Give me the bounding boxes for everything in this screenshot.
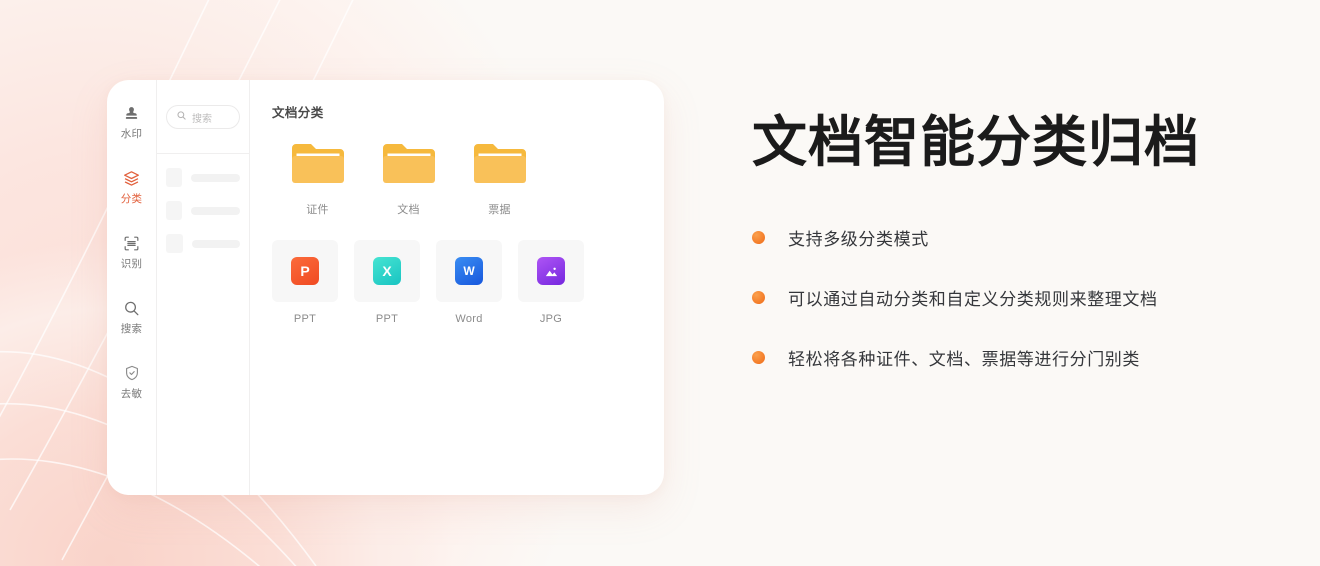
sidebar-item-label: 去敏 xyxy=(120,388,143,400)
list-item[interactable] xyxy=(166,234,240,253)
file-item-excel[interactable]: X PPT xyxy=(354,240,420,325)
feature-bullet: 可以通过自动分类和自定义分类规则来整理文档 xyxy=(752,283,1272,313)
sidebar-item-classify[interactable]: 分类 xyxy=(107,168,157,209)
folder-label: 文档 xyxy=(397,204,420,216)
page-title: 文档分类 xyxy=(272,106,324,120)
sidebar-item-recognize[interactable]: 识别 xyxy=(107,233,157,274)
file-grid: P PPT X PPT W Word JPG xyxy=(272,240,644,325)
folder-label: 票据 xyxy=(488,204,511,216)
feature-bullet-text: 轻松将各种证件、文档、票据等进行分门别类 xyxy=(788,350,1140,370)
sidebar-item-desensitize[interactable]: 去敏 xyxy=(107,363,157,404)
shield-check-icon xyxy=(123,363,141,383)
list-item-thumbnail xyxy=(166,201,183,220)
file-item-word[interactable]: W Word xyxy=(436,240,502,325)
promo-title: 文档智能分类归档 xyxy=(752,110,1201,174)
file-tile xyxy=(518,240,584,302)
search-placeholder-text: 搜索 xyxy=(192,113,212,125)
file-label: PPT xyxy=(375,313,399,325)
folder-icon xyxy=(290,144,346,191)
search-icon xyxy=(176,108,187,126)
feature-bullet-text: 支持多级分类模式 xyxy=(788,230,929,250)
word-icon: W xyxy=(455,257,483,285)
list-item-placeholder-bar xyxy=(192,239,240,248)
powerpoint-icon: P xyxy=(291,257,319,285)
document-list-panel: 搜索 xyxy=(157,80,250,495)
app-window-card: 水印 分类 识别 搜索 去敏 搜索 文档分类 证件 文档 票据 P PPT X … xyxy=(107,80,664,495)
image-icon xyxy=(537,257,565,285)
sidebar-item-label: 分类 xyxy=(120,193,143,205)
folder-item-certificates[interactable]: 证件 xyxy=(272,140,363,217)
bullet-dot-icon xyxy=(752,231,765,245)
feature-bullet: 支持多级分类模式 xyxy=(752,223,1272,253)
file-label: JPG xyxy=(539,313,563,325)
bullet-dot-icon xyxy=(752,291,765,305)
list-item-thumbnail xyxy=(166,234,184,253)
file-item-ppt[interactable]: P PPT xyxy=(272,240,338,325)
file-label: Word xyxy=(455,313,483,325)
search-icon xyxy=(122,298,141,318)
folder-icon xyxy=(472,144,528,191)
list-item-thumbnail xyxy=(166,168,182,187)
list-divider xyxy=(157,153,249,154)
list-item[interactable] xyxy=(166,168,240,187)
file-tile: W xyxy=(436,240,502,302)
search-input[interactable]: 搜索 xyxy=(166,105,240,129)
feature-bullet: 轻松将各种证件、文档、票据等进行分门别类 xyxy=(752,343,1272,373)
scan-icon xyxy=(122,233,141,253)
feature-bullet-text: 可以通过自动分类和自定义分类规则来整理文档 xyxy=(788,290,1158,310)
feature-bullet-list: 支持多级分类模式 可以通过自动分类和自定义分类规则来整理文档 轻松将各种证件、文… xyxy=(752,223,1272,373)
stamp-icon xyxy=(123,103,140,123)
sidebar-item-label: 搜索 xyxy=(120,323,143,335)
sidebar-item-label: 水印 xyxy=(120,128,143,140)
layers-icon xyxy=(122,168,141,188)
list-item-placeholder-bar xyxy=(190,173,240,182)
list-item-placeholder-bar xyxy=(191,206,240,215)
bullet-dot-icon xyxy=(752,351,765,365)
file-item-jpg[interactable]: JPG xyxy=(518,240,584,325)
file-label: PPT xyxy=(293,313,317,325)
folder-item-receipts[interactable]: 票据 xyxy=(454,140,545,217)
folder-item-documents[interactable]: 文档 xyxy=(363,140,454,217)
sidebar-item-search[interactable]: 搜索 xyxy=(107,298,157,339)
excel-icon: X xyxy=(373,257,401,285)
file-tile: X xyxy=(354,240,420,302)
sidebar-item-watermark[interactable]: 水印 xyxy=(107,103,157,144)
content-panel: 文档分类 证件 文档 票据 P PPT X PPT W Word JPG xyxy=(250,80,664,495)
folder-label: 证件 xyxy=(306,204,329,216)
file-tile: P xyxy=(272,240,338,302)
sidebar-nav-rail: 水印 分类 识别 搜索 去敏 xyxy=(107,80,157,495)
folder-icon xyxy=(381,144,437,191)
list-item[interactable] xyxy=(166,201,240,220)
folder-grid: 证件 文档 票据 xyxy=(272,140,644,217)
promo-section: 文档智能分类归档 支持多级分类模式 可以通过自动分类和自定义分类规则来整理文档 … xyxy=(752,110,1272,403)
sidebar-item-label: 识别 xyxy=(120,258,143,270)
